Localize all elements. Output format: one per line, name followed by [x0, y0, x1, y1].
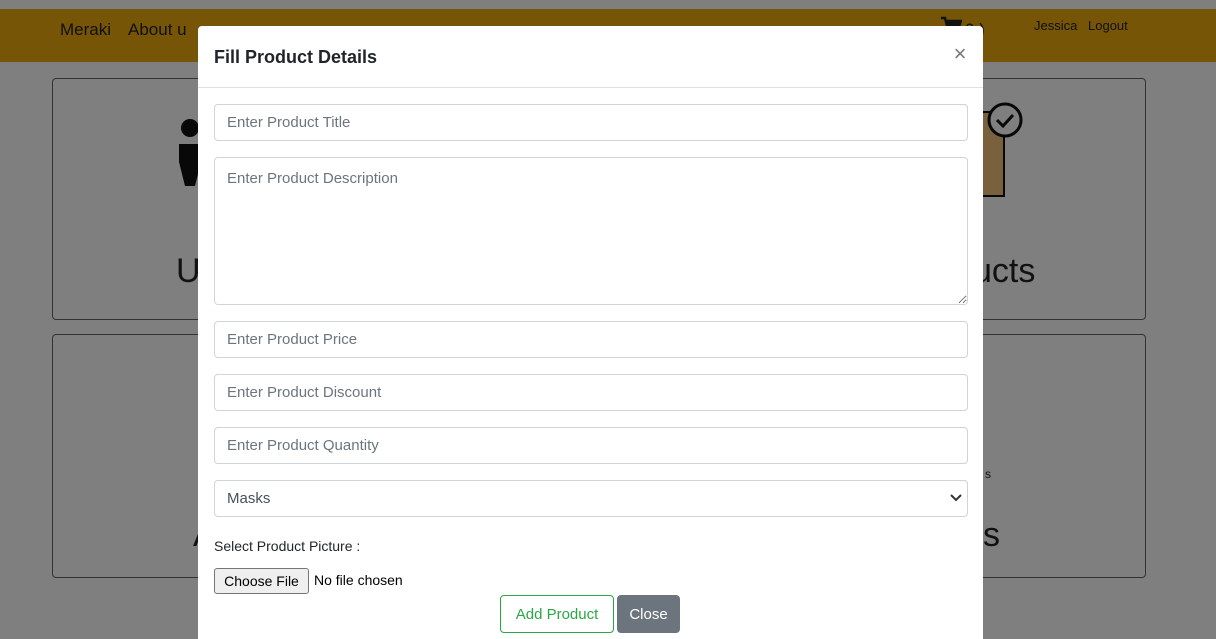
modal-header: Fill Product Details × [198, 26, 983, 88]
add-product-modal: Fill Product Details × Masks Select Prod… [198, 26, 983, 639]
product-discount-input[interactable] [214, 374, 968, 411]
close-icon[interactable]: × [950, 42, 970, 66]
add-product-button[interactable]: Add Product [500, 595, 614, 633]
product-quantity-input[interactable] [214, 427, 968, 464]
product-title-input[interactable] [214, 104, 968, 141]
product-price-input[interactable] [214, 321, 968, 358]
modal-title: Fill Product Details [214, 47, 378, 67]
close-button[interactable]: Close [617, 595, 680, 633]
product-description-input[interactable] [214, 157, 968, 305]
product-picture-label: Select Product Picture : [214, 538, 361, 554]
choose-file-button[interactable]: Choose File [214, 568, 309, 594]
product-category-select[interactable]: Masks [214, 480, 968, 517]
file-status-text: No file chosen [314, 572, 403, 588]
